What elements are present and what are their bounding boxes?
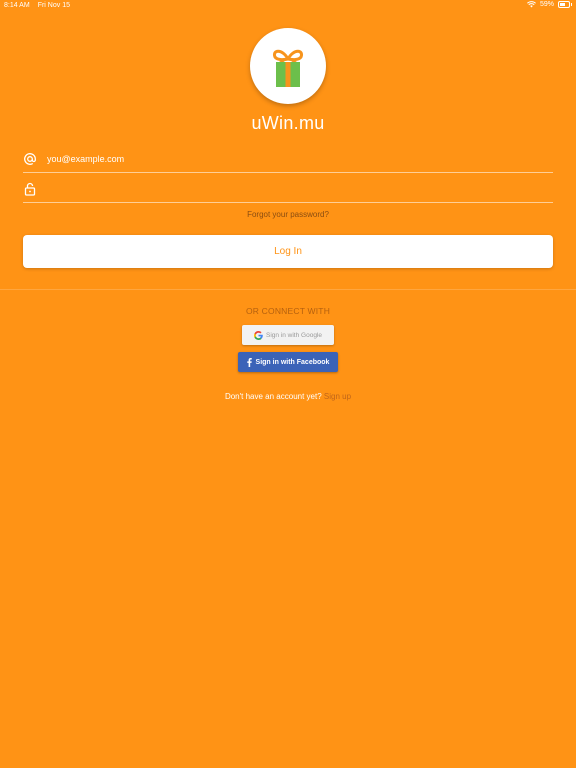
- forgot-password-link[interactable]: Forgot your password?: [0, 210, 576, 219]
- lock-icon: [24, 182, 36, 196]
- battery-icon: [558, 1, 572, 8]
- connect-label: OR CONNECT WITH: [245, 306, 331, 316]
- signup-link[interactable]: Sign up: [324, 392, 351, 401]
- password-field[interactable]: [23, 176, 553, 203]
- section-divider: [0, 289, 576, 290]
- signup-prompt: Don't have an account yet?: [224, 392, 322, 401]
- google-icon: [253, 330, 263, 340]
- at-icon: [24, 153, 36, 165]
- gift-icon: [272, 49, 304, 87]
- facebook-button-label: Sign in with Facebook: [255, 358, 330, 366]
- email-input[interactable]: [45, 149, 549, 169]
- login-button[interactable]: Log In: [23, 235, 553, 268]
- status-date: Fri Nov 15: [37, 2, 70, 9]
- facebook-sign-in-button[interactable]: Sign in with Facebook: [238, 352, 338, 372]
- password-input[interactable]: [45, 179, 549, 199]
- signup-row: Don't have an account yet? Sign up: [0, 392, 576, 401]
- app-title: uWin.mu: [251, 113, 325, 133]
- status-bar: 8:14 AM Fri Nov 15 59%: [0, 0, 576, 12]
- google-sign-in-button[interactable]: Sign in with Google: [242, 325, 334, 345]
- google-button-label: Sign in with Google: [265, 331, 322, 339]
- app-logo: [250, 28, 326, 104]
- battery-percentage: 59%: [539, 1, 554, 8]
- status-time: 8:14 AM: [4, 2, 30, 9]
- email-field[interactable]: [23, 146, 553, 173]
- facebook-icon: [246, 357, 252, 367]
- wifi-icon: [527, 1, 536, 8]
